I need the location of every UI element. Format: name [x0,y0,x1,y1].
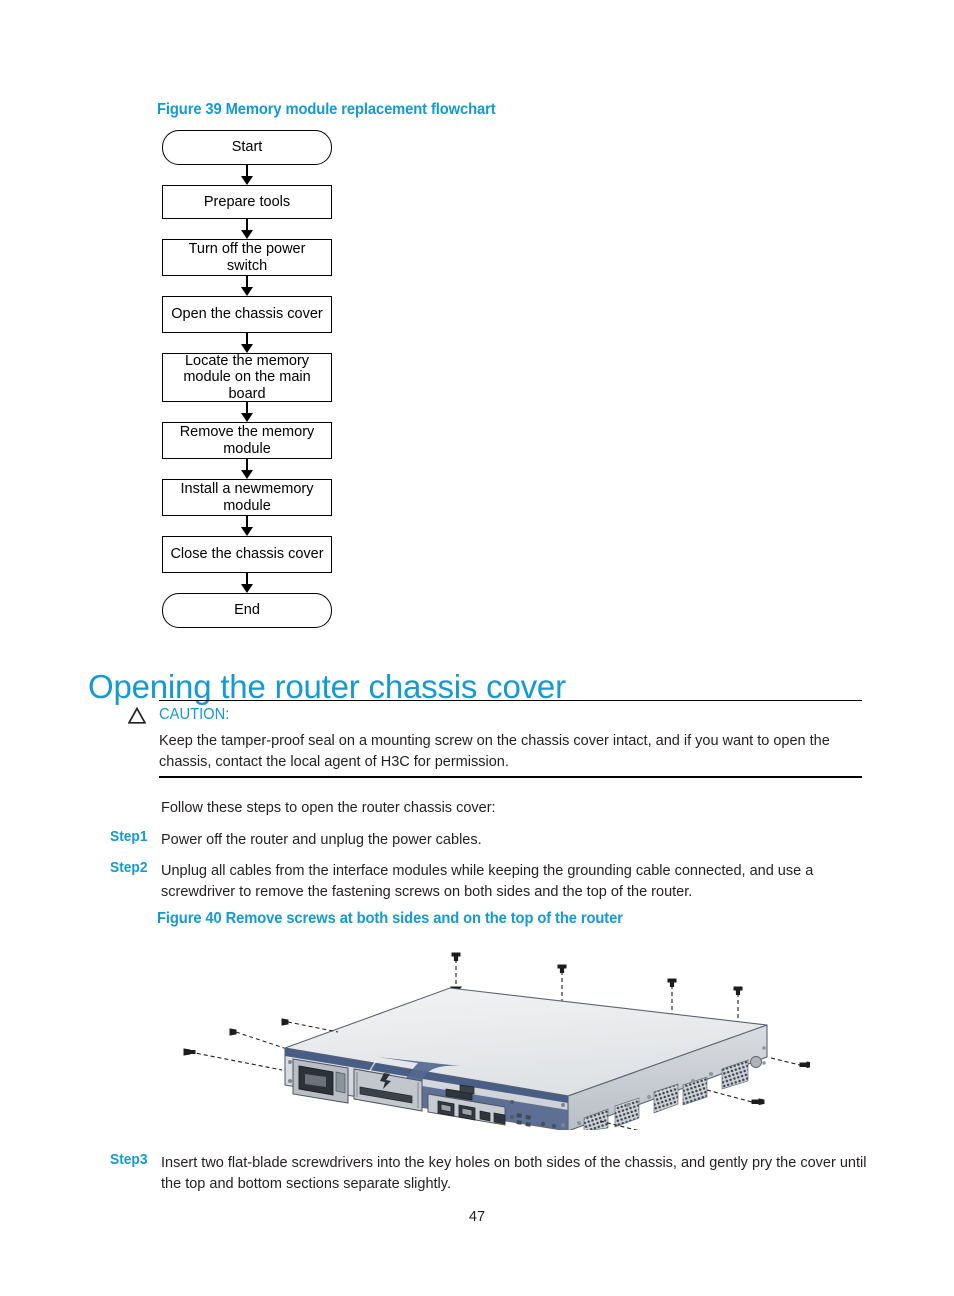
flowchart-node-label: End [234,602,260,619]
flowchart-node-label: Open the chassis cover [171,306,323,323]
document-page: Figure 39 Memory module replacement flow… [0,0,954,1296]
flowchart-arrow [162,516,332,536]
flowchart-arrow [162,219,332,239]
flowchart-arrow [162,459,332,479]
flowchart-arrow [162,573,332,593]
flowchart-node-label: Prepare tools [203,193,291,210]
step-text: Power off the router and unplug the powe… [161,831,482,848]
flowchart-node-locate-memory-module: Locate the memory module on the main boa… [162,353,332,402]
caution-top-rule [159,700,862,702]
router-illustration [183,952,810,1130]
caution-bottom-rule [159,776,862,778]
flowchart-node-label: Turn off the power switch [188,241,306,274]
memory-module-replacement-flowchart: Start Prepare tools Turn off the power s… [162,130,337,628]
flowchart-node-open-chassis-cover: Open the chassis cover [162,296,332,333]
flowchart-arrow [162,165,332,185]
flowchart-node-prepare-tools: Prepare tools [162,185,332,219]
procedure-intro: Follow these steps to open the router ch… [161,799,496,816]
flowchart-node-turn-off-power: Turn off the power switch [162,239,332,276]
flowchart-node-end: End [162,593,332,628]
flowchart-node-label: Start [231,139,263,156]
flowchart-node-label: Install a newmemory module [180,481,314,514]
caution-header: CAUTION: [128,706,862,728]
flowchart-node-label: Close the chassis cover [170,546,324,563]
flowchart-node-label: Locate the memory module on the main boa… [183,352,311,402]
caution-label: CAUTION: [159,706,230,724]
page-number: 47 [468,1209,486,1225]
step-label: Step1 [110,829,148,845]
flowchart-arrow [162,276,332,296]
step-label: Step2 [110,860,148,876]
flowchart-arrow [162,333,332,353]
flowchart-node-install-new-memory-module: Install a newmemory module [162,479,332,516]
flowchart-arrow [162,402,332,422]
flowchart-node-start: Start [162,130,332,165]
flowchart-node-label: Remove the memory module [179,424,315,457]
figure-39-caption: Figure 39 Memory module replacement flow… [157,101,496,118]
step-text: Insert two flat-blade screwdrivers into … [161,1154,867,1192]
figure-40-caption: Figure 40 Remove screws at both sides an… [157,910,623,927]
flowchart-node-close-chassis-cover: Close the chassis cover [162,536,332,573]
flowchart-node-remove-memory-module: Remove the memory module [162,422,332,459]
step-text: Unplug all cables from the interface mod… [161,862,814,900]
step-label: Step3 [110,1152,148,1168]
side-panel-hole [750,1056,762,1068]
caution-body-text: Keep the tamper-proof seal on a mounting… [159,732,830,770]
caution-block: CAUTION: Keep the tamper-proof seal on a… [128,700,862,778]
warning-triangle-icon [128,707,146,725]
